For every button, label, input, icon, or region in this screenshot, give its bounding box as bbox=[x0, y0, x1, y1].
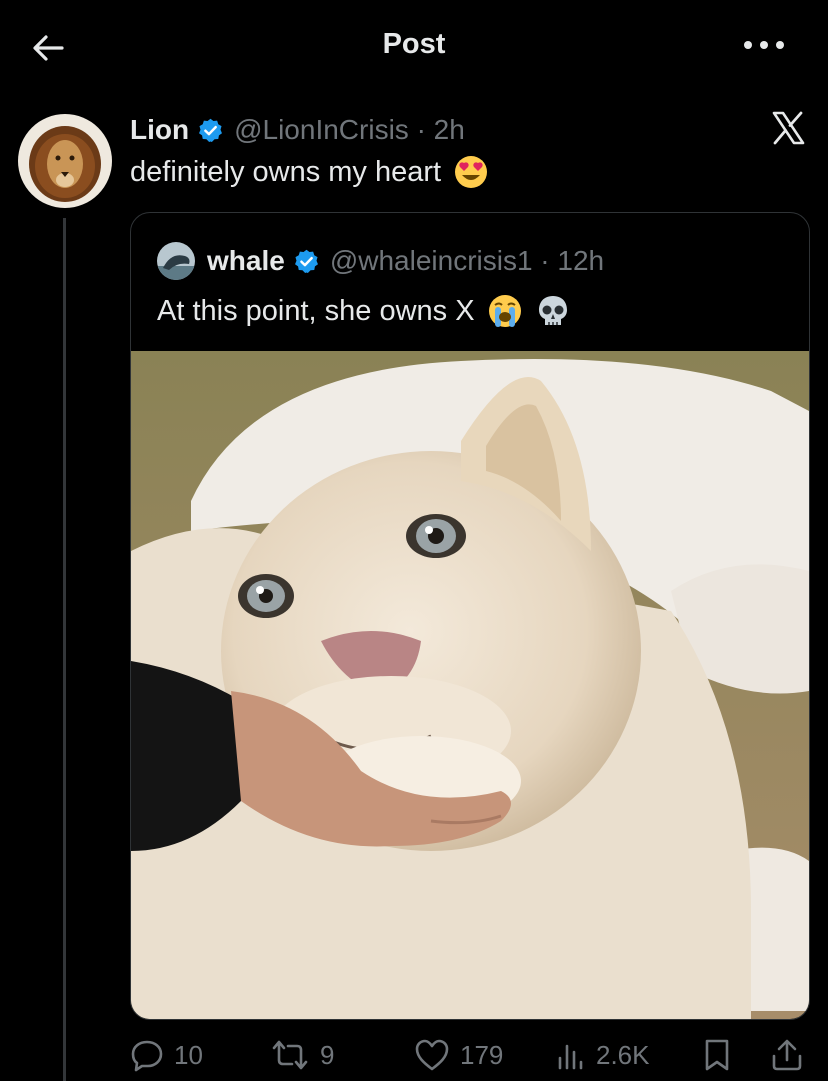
bookmark-icon bbox=[705, 1039, 729, 1071]
thread-line bbox=[63, 218, 66, 1081]
quote-body: At this point, she owns X bbox=[157, 294, 475, 327]
share-icon bbox=[772, 1039, 802, 1071]
white-lioness-photo bbox=[131, 351, 809, 1019]
whale-avatar-image bbox=[157, 242, 195, 280]
quote-avatar bbox=[157, 242, 195, 280]
like-button[interactable]: 179 bbox=[414, 1030, 503, 1080]
skull-emoji-icon bbox=[538, 296, 567, 325]
more-icon bbox=[744, 41, 784, 49]
verified-icon bbox=[199, 118, 223, 142]
more-button[interactable] bbox=[740, 30, 788, 60]
like-icon bbox=[415, 1039, 449, 1071]
quote-author-name[interactable]: whale bbox=[207, 245, 285, 277]
share-button[interactable] bbox=[770, 1030, 814, 1080]
like-count: 179 bbox=[460, 1039, 504, 1070]
reply-button[interactable]: 10 bbox=[130, 1030, 203, 1080]
quote-handle-time[interactable]: @whaleincrisis1 · 12h bbox=[330, 245, 604, 277]
post-header: Lion @LionInCrisis · 2h bbox=[130, 110, 465, 150]
repost-button[interactable]: 9 bbox=[270, 1030, 334, 1080]
heart-eyes-emoji-icon bbox=[455, 156, 488, 188]
loudly-crying-emoji-icon bbox=[488, 295, 521, 327]
x-logo-icon bbox=[772, 111, 805, 145]
repost-count: 9 bbox=[320, 1039, 335, 1070]
quote-media-image[interactable] bbox=[131, 351, 809, 1019]
quote-text: At this point, she owns X bbox=[157, 293, 571, 329]
reply-count: 10 bbox=[174, 1039, 203, 1070]
views-count: 2.6K bbox=[596, 1039, 650, 1070]
lion-avatar-image bbox=[18, 114, 112, 208]
author-handle-time[interactable]: @LionInCrisis · 2h bbox=[234, 114, 465, 146]
post-body: definitely owns my heart bbox=[130, 155, 442, 188]
quote-header: whale @whaleincrisis1 · 12h bbox=[157, 241, 604, 281]
reply-icon bbox=[131, 1040, 163, 1072]
bookmark-button[interactable] bbox=[702, 1030, 742, 1080]
avatar[interactable] bbox=[18, 114, 112, 208]
verified-icon bbox=[294, 249, 318, 273]
action-bar: 10 9 179 2.6K bbox=[130, 1030, 820, 1080]
post-text: definitely owns my heart bbox=[130, 154, 489, 190]
top-bar: Post bbox=[0, 0, 828, 92]
quoted-post[interactable]: whale @whaleincrisis1 · 12h At this poin… bbox=[130, 212, 810, 1020]
repost-icon bbox=[272, 1040, 308, 1070]
author-name[interactable]: Lion bbox=[130, 114, 189, 146]
views-icon bbox=[558, 1044, 583, 1070]
views-button[interactable]: 2.6K bbox=[556, 1030, 650, 1080]
page-title: Post bbox=[382, 28, 446, 60]
